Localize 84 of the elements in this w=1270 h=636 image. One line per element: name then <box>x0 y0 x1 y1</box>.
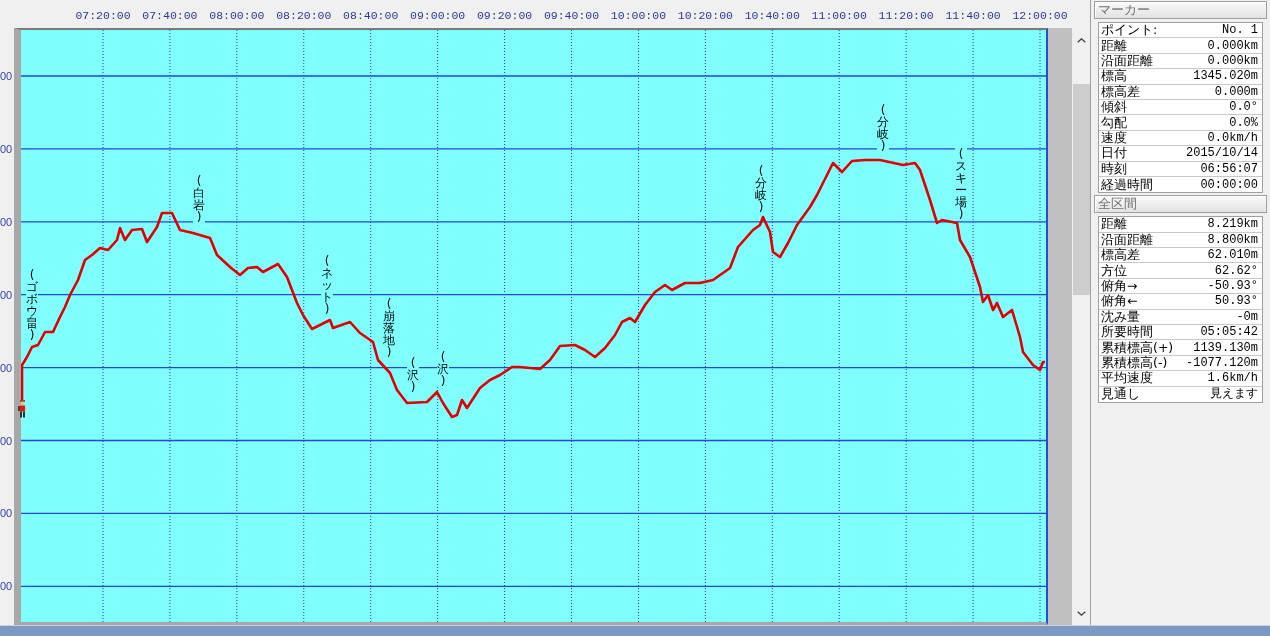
property-value: 50.93° <box>1214 294 1259 309</box>
property-label: 沈み量 <box>1100 309 1140 324</box>
property-label: 沿面距離 <box>1100 232 1153 247</box>
property-value: 0.000km <box>1207 53 1259 68</box>
property-label: 沿面距離 <box>1100 53 1153 68</box>
property-label: 標高差 <box>1100 248 1140 263</box>
time-axis-label: 09:00:00 <box>410 10 466 22</box>
y-axis-label: 00 <box>0 142 13 155</box>
property-label: 平均速度 <box>1100 371 1153 386</box>
chevron-down-icon <box>1076 610 1086 616</box>
property-label: 方位 <box>1100 263 1127 278</box>
property-label: 経過時間 <box>1100 177 1153 192</box>
time-axis-label: 10:00:00 <box>610 10 667 22</box>
waypoint-label: (白岩) <box>193 175 205 223</box>
waypoint-label: (沢) <box>407 357 419 393</box>
time-axis-label: 07:40:00 <box>142 10 198 22</box>
chevron-up-icon <box>1076 37 1086 43</box>
y-axis-label: 00 <box>0 434 13 447</box>
y-axis-label: 00 <box>0 580 13 593</box>
property-label: ポイント: <box>1100 23 1158 38</box>
property-label: 時刻 <box>1100 161 1127 176</box>
property-value: 1345.020m <box>1193 69 1259 84</box>
property-value: 00:00:00 <box>1200 177 1259 192</box>
property-value: 06:56:07 <box>1200 161 1259 176</box>
property-value: 0.0% <box>1229 115 1259 130</box>
property-value: 8.219km <box>1207 217 1259 232</box>
property-value: -0m <box>1236 309 1259 324</box>
property-value: -1077.120m <box>1186 356 1259 370</box>
property-label: 標高 <box>1100 69 1127 84</box>
property-value: 1139.130m <box>1193 340 1259 355</box>
waypoint-label: (ゴボウ畠) <box>26 269 38 341</box>
time-axis-label: 08:40:00 <box>343 10 399 22</box>
time-axis-label: 10:40:00 <box>744 10 800 22</box>
property-value: 2015/10/14 <box>1186 146 1259 161</box>
property-label: 勾配 <box>1100 115 1127 130</box>
time-axis-label: 11:00:00 <box>811 10 867 22</box>
y-axis-label: 00 <box>0 70 13 82</box>
time-axis-label: 09:20:00 <box>476 10 533 22</box>
property-label: 速度 <box>1100 130 1127 145</box>
time-axis-label: 12:00:00 <box>1012 10 1068 22</box>
property-value: 62.010m <box>1207 248 1259 263</box>
property-label: 距離 <box>1100 38 1127 53</box>
time-axis-label: 11:20:00 <box>878 10 934 22</box>
property-value: 0.0km/h <box>1207 130 1259 145</box>
time-axis-label: 11:40:00 <box>945 10 1001 22</box>
time-axis-label: 08:00:00 <box>209 10 265 22</box>
property-value: 05:05:42 <box>1200 325 1259 340</box>
property-label: 俯角← <box>1100 294 1138 309</box>
waypoint-label: (スキー場) <box>955 148 967 220</box>
panel-header: マーカー <box>1094 1 1267 19</box>
waypoint-label: (崩落地) <box>383 298 395 358</box>
property-value: -50.93° <box>1207 279 1259 294</box>
waypoint-label: (ネット) <box>321 255 333 315</box>
property-value: No. 1 <box>1222 23 1259 38</box>
property-value: 0.0° <box>1229 100 1259 115</box>
time-axis-label: 10:20:00 <box>677 10 733 22</box>
property-value: 0.000km <box>1207 38 1259 53</box>
time-axis-label: 08:20:00 <box>276 10 332 22</box>
property-value: 0.000m <box>1214 84 1259 99</box>
property-label: 日付 <box>1100 146 1127 161</box>
property-label: 累積標高(+) <box>1100 340 1174 355</box>
panel-header: 全区間 <box>1094 195 1267 214</box>
property-label: 俯角→ <box>1100 279 1138 294</box>
hiker-icon <box>17 400 27 418</box>
property-value: 見えます <box>1210 387 1259 402</box>
y-axis-label: 00 <box>0 507 13 520</box>
property-label: 傾斜 <box>1100 100 1127 115</box>
property-label: 見通し <box>1100 387 1140 402</box>
waypoint-label: (分岐) <box>755 165 767 213</box>
property-value: 62.62° <box>1214 263 1259 278</box>
y-axis-label: 00 <box>0 361 13 374</box>
property-label: 累積標高(-) <box>1100 356 1168 370</box>
y-axis-label: 00 <box>0 215 13 228</box>
property-label: 距離 <box>1100 217 1127 232</box>
waypoint-label: (沢) <box>437 351 449 387</box>
time-axis-label: 07:20:00 <box>75 10 131 22</box>
property-label: 標高差 <box>1100 84 1140 99</box>
scrollbar-thumb[interactable] <box>1073 84 1090 295</box>
property-value: 1.6km/h <box>1207 371 1259 386</box>
time-axis-label: 09:40:00 <box>543 10 600 22</box>
waypoint-label: (分岐) <box>877 104 889 152</box>
y-axis-label: 00 <box>0 288 13 301</box>
property-label: 所要時間 <box>1100 325 1153 340</box>
property-value: 8.800km <box>1207 232 1259 247</box>
